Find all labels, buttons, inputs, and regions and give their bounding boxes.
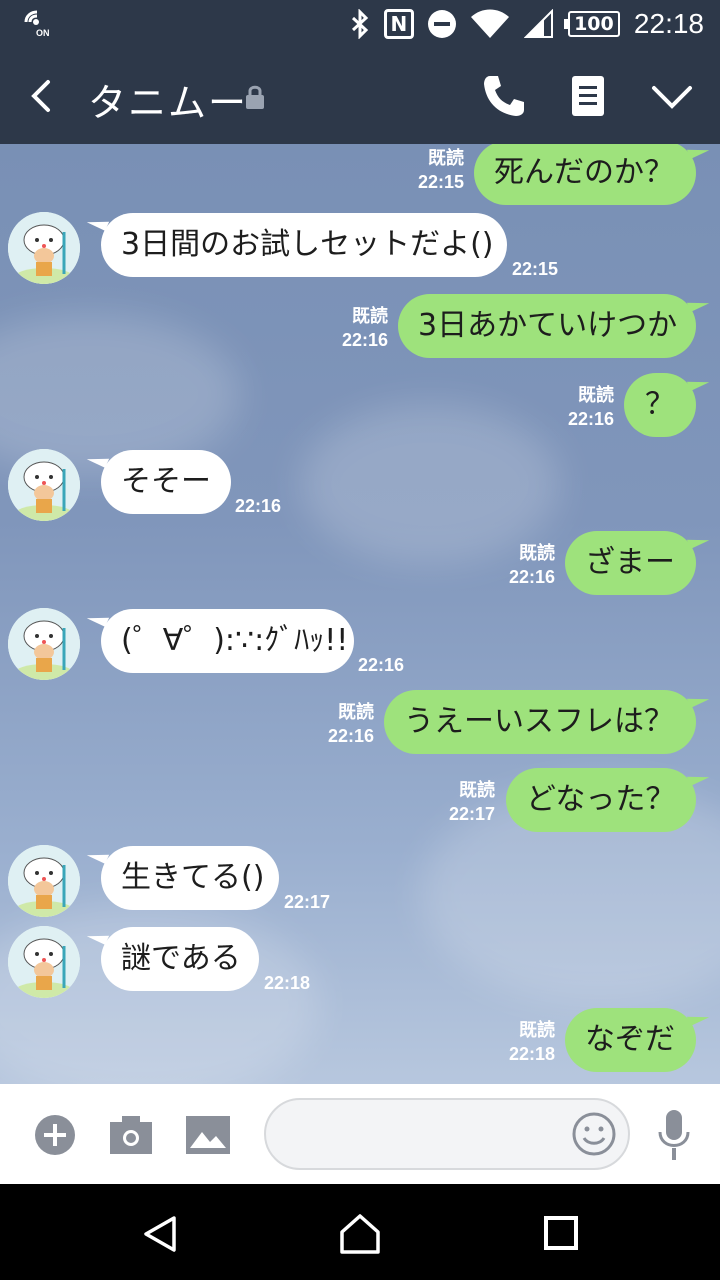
read-receipt: 既読 — [338, 702, 374, 722]
message-time: 22:15 — [512, 259, 559, 279]
nav-home-icon[interactable] — [338, 1212, 382, 1256]
wifi-calling-on-icon: ON — [24, 10, 50, 38]
read-receipt: 既読 — [428, 148, 464, 168]
battery-icon: 100 — [563, 11, 620, 37]
read-receipt: 既読 — [578, 385, 614, 405]
navigation-bar — [0, 1184, 720, 1280]
do-not-disturb-icon — [427, 10, 456, 38]
message-bubble[interactable]: うえーいスフレは？ — [384, 690, 696, 754]
message-bubble[interactable]: (゜∀゜):∵:ｸﾞﾊｯ!! — [101, 609, 354, 673]
message-time: 22:16 — [567, 409, 614, 429]
nav-recents-icon[interactable] — [544, 1216, 578, 1250]
bubble-tail — [686, 690, 710, 708]
bubble-tail — [686, 768, 710, 786]
emoji-icon[interactable] — [572, 1112, 616, 1156]
message-time: 22:16 — [508, 567, 555, 587]
background-cloud — [300, 404, 560, 564]
camera-icon[interactable] — [110, 1116, 152, 1154]
avatar[interactable] — [8, 845, 80, 917]
input-bar — [0, 1084, 720, 1184]
back-icon[interactable] — [20, 74, 64, 118]
bubble-tail — [86, 213, 110, 231]
bubble-tail — [86, 846, 110, 864]
message-time: 22:17 — [284, 892, 331, 912]
avatar[interactable] — [8, 449, 80, 521]
message-time: 22:15 — [417, 172, 464, 192]
message-time: 22:18 — [508, 1044, 555, 1064]
read-receipt: 既読 — [352, 306, 388, 326]
message-bubble[interactable]: 3日あかていけつか — [398, 294, 696, 358]
wifi-icon — [470, 9, 509, 38]
microphone-icon[interactable] — [656, 1108, 692, 1164]
read-receipt: 既読 — [519, 1020, 555, 1040]
message-time: 22:16 — [235, 496, 282, 516]
message-time: 22:18 — [264, 973, 311, 993]
bluetooth-icon — [351, 9, 369, 39]
status-bar: ON N 100 22:18 — [0, 0, 720, 48]
message-time: 22:16 — [341, 330, 388, 350]
avatar[interactable] — [8, 926, 80, 998]
message-bubble[interactable]: そそー — [101, 450, 231, 514]
svg-text:ON: ON — [36, 28, 50, 38]
chat-header: タニムー — [0, 48, 720, 144]
phone-icon[interactable] — [480, 72, 528, 120]
nfc-icon: N — [383, 9, 414, 39]
message-time: 22:17 — [448, 804, 495, 824]
plus-icon[interactable] — [34, 1114, 76, 1156]
message-bubble[interactable]: 生きてる() — [101, 846, 279, 910]
message-bubble[interactable]: 謎である — [101, 927, 259, 991]
chat-title: タニムー — [88, 81, 249, 125]
notes-icon[interactable] — [570, 72, 606, 120]
message-time: 22:16 — [358, 655, 405, 675]
lock-icon — [246, 85, 264, 109]
message-bubble[interactable]: ざまー — [565, 531, 696, 595]
chevron-down-icon[interactable] — [648, 76, 696, 116]
nav-back-icon[interactable] — [140, 1214, 180, 1254]
read-receipt: 既読 — [459, 780, 495, 800]
avatar[interactable] — [8, 608, 80, 680]
bubble-tail — [686, 144, 710, 159]
status-time: 22:18 — [633, 8, 704, 39]
bubble-tail — [686, 294, 710, 312]
message-bubble[interactable]: 3日間のお試しセットだよ() — [101, 213, 507, 277]
read-receipt: 既読 — [519, 543, 555, 563]
signal-icon — [523, 9, 553, 38]
message-bubble[interactable]: なぞだ — [565, 1008, 696, 1072]
chat-area[interactable]: 死んだのか？ 既読 22:15 3日間のお試しセットだよ() 22:15 3日あ… — [0, 144, 720, 1084]
message-bubble[interactable]: 死んだのか？ — [474, 144, 696, 205]
bubble-tail — [686, 373, 710, 391]
message-time: 22:16 — [327, 726, 374, 746]
message-bubble[interactable]: ？ — [624, 373, 696, 437]
bubble-tail — [86, 609, 110, 627]
bubble-tail — [686, 1008, 710, 1026]
message-bubble[interactable]: どなった？ — [506, 768, 696, 832]
image-icon[interactable] — [186, 1116, 230, 1154]
bubble-tail — [686, 531, 710, 549]
avatar[interactable] — [8, 212, 80, 284]
